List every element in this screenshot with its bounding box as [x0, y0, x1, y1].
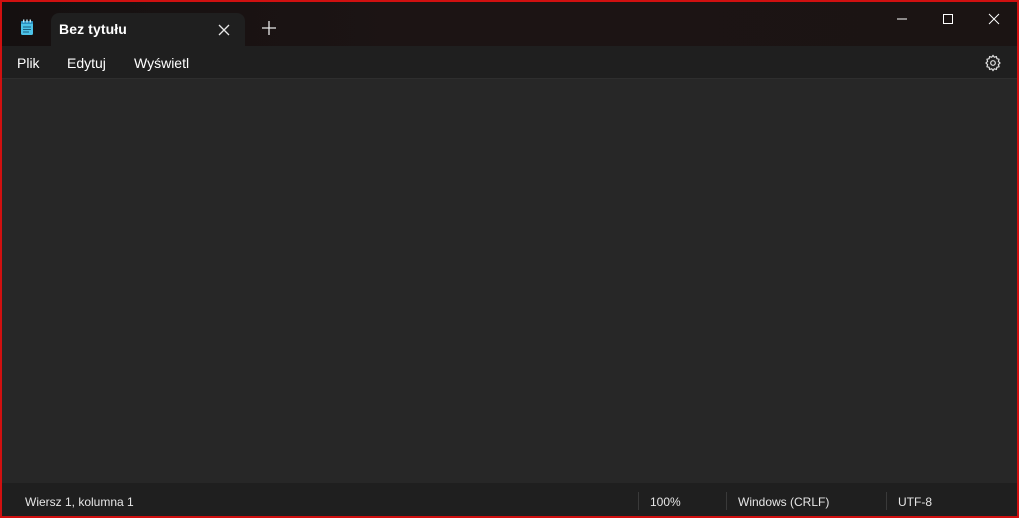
cursor-position: Wiersz 1, kolumna 1: [25, 495, 134, 509]
close-icon[interactable]: [215, 21, 233, 39]
notepad-icon: [20, 19, 34, 35]
maximize-button[interactable]: [925, 2, 971, 36]
line-endings[interactable]: Windows (CRLF): [738, 495, 829, 509]
zoom-level[interactable]: 100%: [650, 495, 681, 509]
tab-title: Bez tytułu: [59, 21, 127, 37]
plus-icon[interactable]: [260, 19, 278, 37]
minimize-button[interactable]: [879, 2, 925, 36]
menu-item-view[interactable]: Wyświetl: [134, 55, 189, 71]
title-bar[interactable]: Bez tytułu: [2, 2, 1017, 46]
notepad-window: Bez tytułu Plik Edytuj Wyświetl Wiersz 1…: [0, 0, 1019, 518]
status-divider: [638, 492, 639, 510]
tab-active[interactable]: Bez tytułu: [51, 13, 245, 46]
menu-item-edit[interactable]: Edytuj: [67, 55, 106, 71]
text-editor[interactable]: [2, 78, 1017, 483]
gear-icon[interactable]: [984, 54, 1002, 72]
status-divider: [886, 492, 887, 510]
menu-item-file[interactable]: Plik: [17, 55, 40, 71]
window-close-button[interactable]: [971, 2, 1017, 36]
status-divider: [726, 492, 727, 510]
status-bar: Wiersz 1, kolumna 1 100% Windows (CRLF) …: [2, 483, 1017, 516]
menu-bar: Plik Edytuj Wyświetl: [2, 46, 1017, 78]
encoding[interactable]: UTF-8: [898, 495, 932, 509]
